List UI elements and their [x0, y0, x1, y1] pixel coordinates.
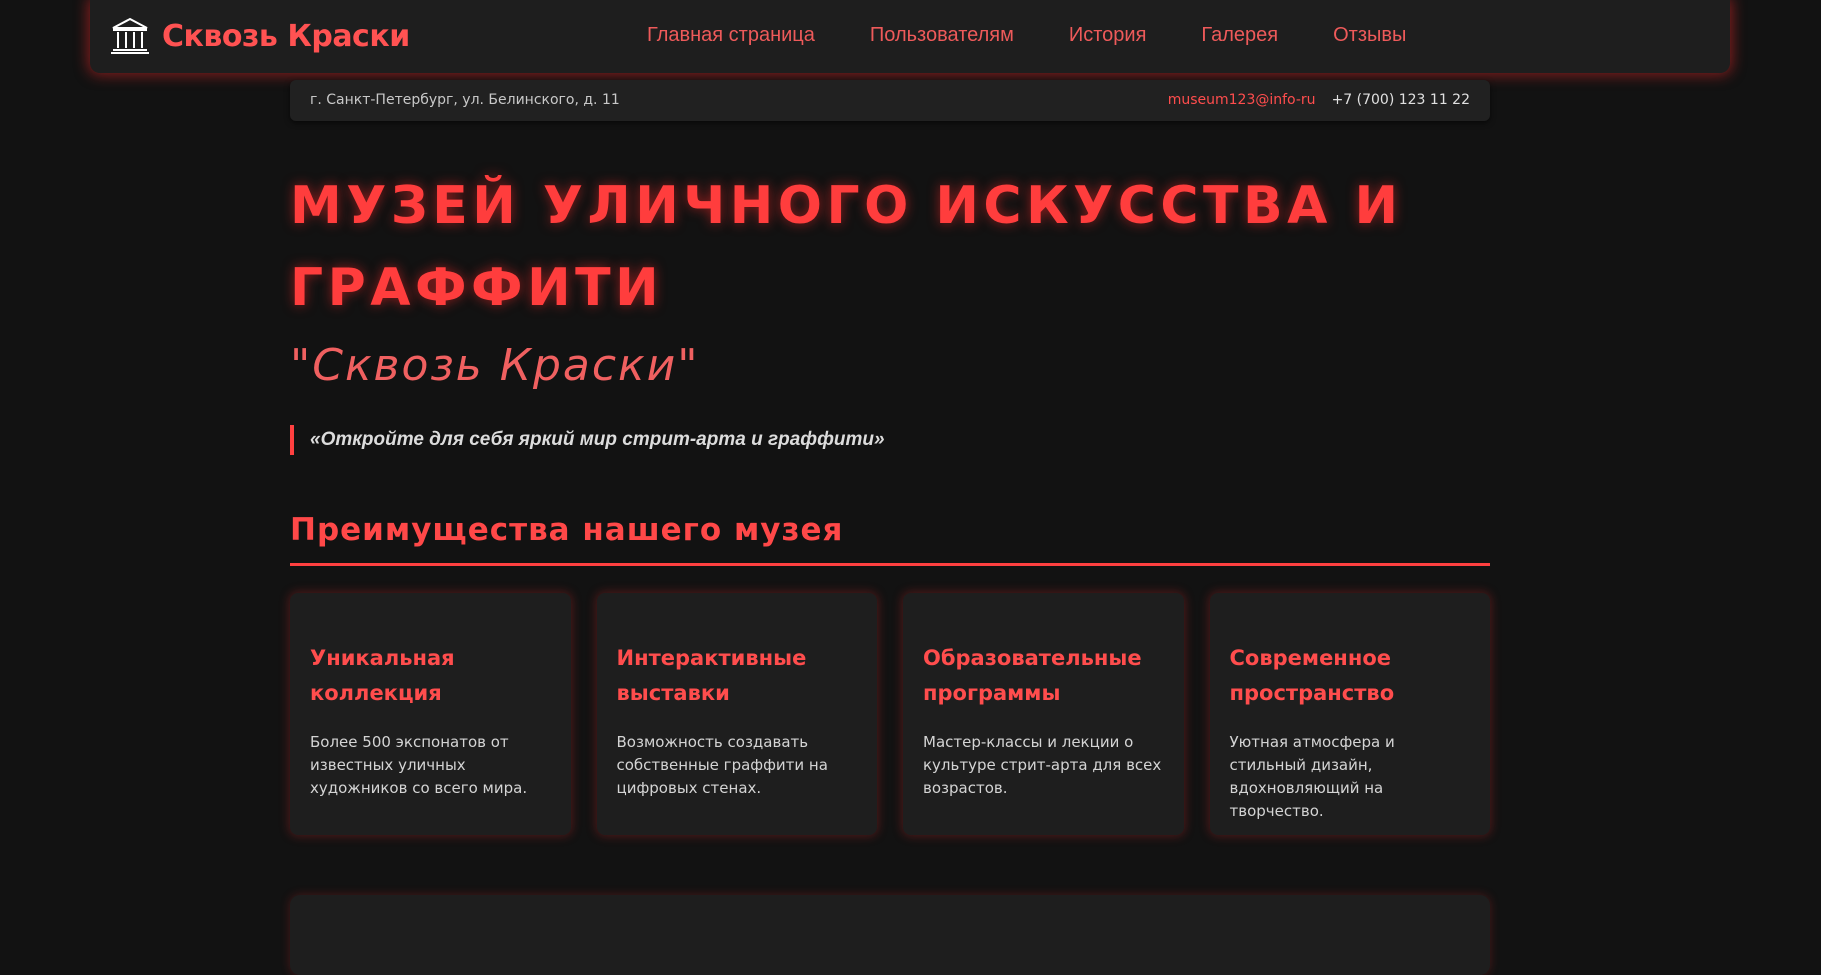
advantage-card: Интерактивные выставки Возможность созда…	[596, 593, 877, 835]
nav-item-reviews[interactable]: Отзывы	[1333, 24, 1406, 47]
advantage-card: Современное пространство Уютная атмосфер…	[1209, 593, 1490, 835]
card-text: Возможность создавать собственные граффи…	[616, 733, 828, 797]
card-text: Уютная атмосфера и стильный дизайн, вдох…	[1229, 733, 1395, 820]
email-link[interactable]: museum123@info-ru	[1168, 92, 1316, 108]
main-nav: Главная страница Пользователям История Г…	[647, 0, 1406, 70]
card-text: Более 500 экспонатов от известных уличны…	[310, 733, 528, 797]
page-title: МУЗЕЙ УЛИЧНОГО ИСКУССТВА И ГРАФФИТИ	[290, 176, 1403, 318]
card-title: Образовательные программы	[923, 646, 1142, 705]
tagline-quote: «Откройте для себя яркий мир стрит-арта …	[290, 425, 885, 455]
nav-item-users[interactable]: Пользователям	[870, 24, 1014, 47]
card-title: Интерактивные выставки	[616, 646, 807, 705]
page-subtitle: "Сквозь Краски"	[290, 340, 700, 391]
nav-item-history[interactable]: История	[1069, 24, 1147, 47]
card-title: Современное пространство	[1229, 646, 1395, 705]
brand-name: Сквозь Краски	[162, 18, 410, 54]
phone-number: +7 (700) 123 11 22	[1331, 92, 1470, 108]
card-text: Мастер-классы и лекции о культуре стрит-…	[923, 733, 1162, 797]
nav-item-home[interactable]: Главная страница	[647, 24, 815, 47]
tagline-text: «Откройте для себя яркий мир стрит-арта …	[310, 429, 885, 450]
navbar: Сквозь Краски Главная страница Пользоват…	[90, 0, 1730, 73]
brand-logo[interactable]: Сквозь Краски	[110, 16, 410, 56]
content-panel	[290, 895, 1490, 975]
section-title-advantages: Преимущества нашего музея	[290, 512, 844, 548]
contact-bar: г. Санкт-Петербург, ул. Белинского, д. 1…	[290, 80, 1490, 121]
contacts: museum123@info-ru +7 (700) 123 11 22	[1168, 92, 1470, 108]
advantage-card: Образовательные программы Мастер-классы …	[903, 593, 1184, 835]
advantage-card: Уникальная коллекция Более 500 экспонато…	[290, 593, 571, 835]
card-title: Уникальная коллекция	[310, 646, 455, 705]
section-divider	[290, 563, 1490, 566]
nav-item-gallery[interactable]: Галерея	[1201, 24, 1278, 47]
address-text: г. Санкт-Петербург, ул. Белинского, д. 1…	[310, 92, 620, 108]
advantages-cards: Уникальная коллекция Более 500 экспонато…	[290, 593, 1490, 835]
museum-icon	[110, 17, 150, 55]
